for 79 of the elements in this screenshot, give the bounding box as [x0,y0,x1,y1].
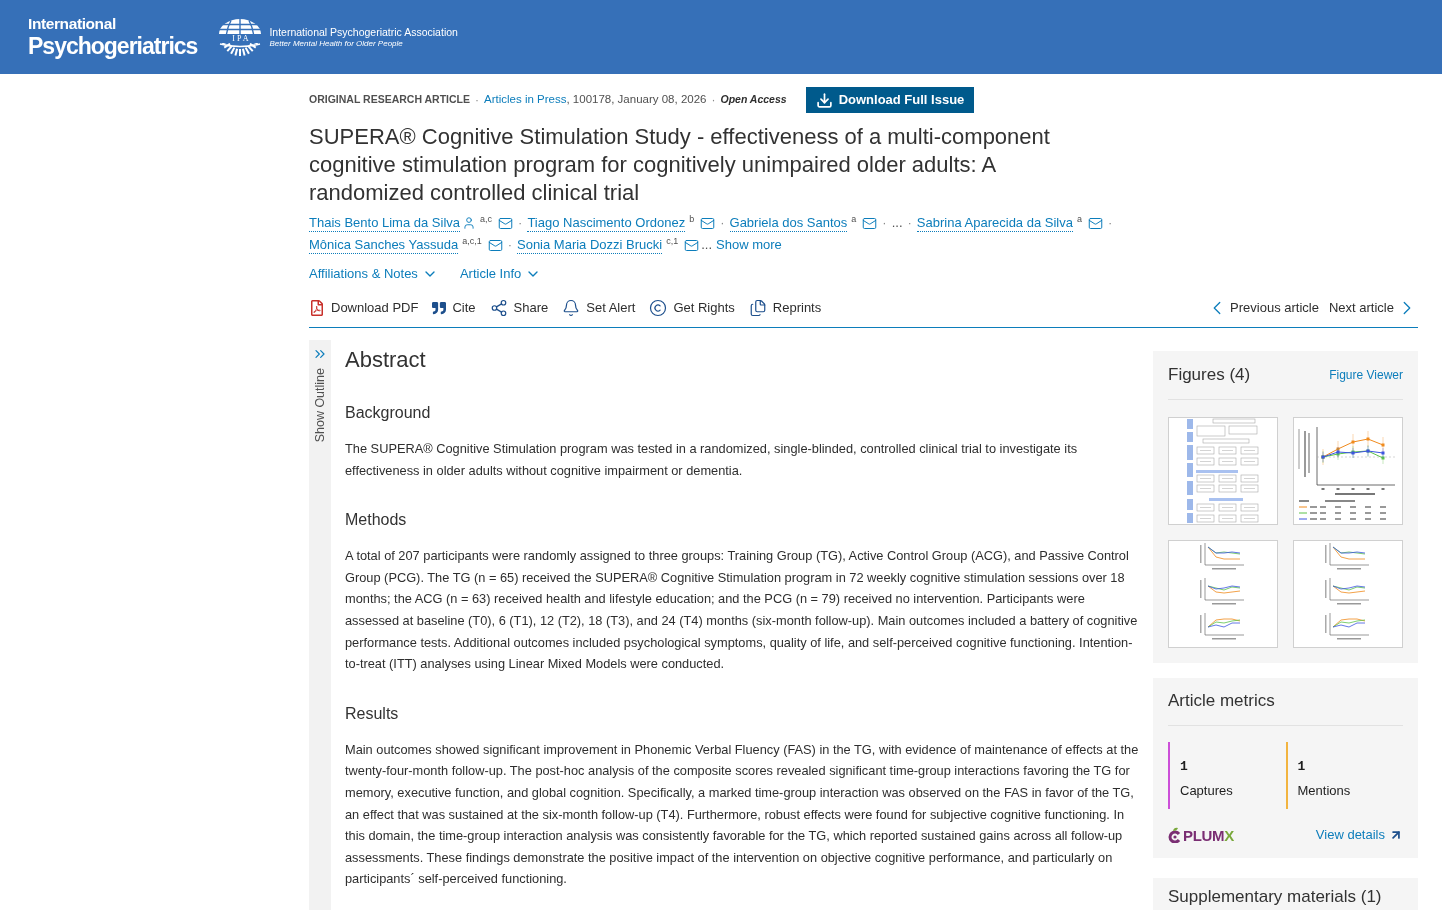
section-paragraph: A total of 207 participants were randomly assigned to three groups: Training Group (TG), Active Control Group (ACG), and Passive Control Group (PCG). The TG (n = 65) received the SUPERA® Cognitive Stimulation program in 72 weekly cognitive stimulation sessions over 18 months; the ACG (n = 63) received health and lifestyle education; and the PCG (n = 79) received no intervention. Participants were assessed at baseline (T0), 6 (T1), 12 (T2), 18 (T3), and 24 (T4) months (six-month follow-up). Main outcomes included a battery of cognitive performance tests. Additional outcomes included psychological symptoms, quality of life, and self-perceived cognitive functioning. Intention-to-treat (ITT) analyses using Linear Mixed Models were conducted. [345,547,1139,674]
affiliation-marks: a,c,1 [462,236,482,246]
figure-thumbnail[interactable] [1168,417,1278,525]
more-authors-ellipsis: ... [701,236,713,254]
toolbar-action[interactable]: Reprints [748,297,822,318]
panel-title: Figures (4) [1168,364,1251,386]
toolbar-action[interactable]: Set Alert [562,297,636,318]
author-link[interactable]: Tiago Nascimento Ordonez [527,214,686,232]
show-outline-button[interactable]: Show Outline [309,340,331,910]
plum-emblem-icon [1168,827,1182,843]
article-title: SUPERA® Cognitive Stimulation Study - effectiveness of a multi-component cognitive stimulation program for cognitively unimpaired older adults: A randomized controlled clinical trial [309,123,1051,207]
publication-info: , 100178, January 08, 2026 [566,92,707,108]
toolbar-action[interactable]: Cite [432,297,476,318]
mail-icon[interactable] [1088,215,1103,231]
view-details-link[interactable]: View details [1315,825,1403,845]
previous-article-link[interactable]: Previous article [1206,296,1319,319]
download-icon [815,91,833,109]
affiliation-marks: c,1 [666,236,679,246]
section-paragraph: The SUPERA® Cognitive Stimulation program was tested in a randomized, single-blinded, controlled clinical trial to investigate its effectiveness in older adults without cognitive impairment or dementia. [345,440,1079,480]
separator: · [720,214,725,232]
external-arrow-icon [1389,828,1403,842]
quote-icon [432,300,447,315]
section-heading: Methods [345,510,408,531]
pdf-file-icon [309,299,325,316]
affiliation-marks: a,c [480,214,493,224]
separator: · [882,214,887,232]
affiliation-marks: a [1076,214,1082,224]
separator: · [518,214,523,232]
open-access-label: Open Access [720,92,787,108]
toolbar-action[interactable]: Get Rights [649,297,735,318]
mail-icon[interactable] [700,215,716,231]
author-link[interactable]: Sabrina Aparecida da Silva [916,214,1073,232]
panel-title: Supplementary materials (1) [1168,886,1383,908]
share-icon [489,298,508,317]
association-name: International Psychogeriatric Association [269,25,458,39]
figure-viewer-link[interactable]: Figure Viewer [1329,366,1403,384]
metric-label: Captures [1180,782,1233,800]
bell-icon [562,298,581,317]
association-tagline: Better Mental Health for Older People [269,38,404,49]
documents-icon [748,298,767,317]
next-article-link[interactable]: Next article [1328,296,1418,319]
figure-thumbnail[interactable] [1168,540,1278,648]
author-link[interactable]: Mônica Sanches Yassuda [309,236,459,254]
toolbar-action[interactable]: Share [489,297,549,318]
abstract-heading: Abstract [345,346,427,374]
article-type-label: ORIGINAL RESEARCH ARTICLE [309,92,470,108]
download-full-issue-button[interactable]: Download Full Issue [805,87,975,113]
show-more-link[interactable]: Show more [716,234,782,256]
plumx-logo-text: PLUMX [1183,827,1234,843]
separator: · [1108,214,1113,232]
metric-value: 1 [1180,758,1189,776]
mail-icon[interactable] [487,237,503,253]
separator: · [507,236,512,254]
section-heading: Background [345,403,432,423]
info-toggle[interactable]: Article Info [459,264,542,284]
affiliation-marks: b [689,214,695,224]
section-paragraph: Main outcomes showed significant improvement in Phonemic Verbal Fluency (FAS) in the TG, with evidence of maintenance of effects at the twenty-four-month follow-up. The post-hoc analysis of the composite scores revealed significant time-group interactions favoring the TG for memory, executive function, and global cognition. Specifically, a marked time-group interaction was observed on the FAS in favor of the TG, an effect that was sustained at the six-month follow-up (T4). Furthermore, robust effects were found for subjective cognitive functioning. In this domain, the time-group interaction analysis was consistently favorable for the TG, which reported sustained gains across all follow-up assessments. These findings demonstrate the positive impact of the intervention on objective cognitive performance, and particularly on participants´ self-perceived functioning. [345,740,1140,889]
separator: · [711,92,716,109]
mail-icon[interactable] [862,215,878,231]
journal-logo[interactable]: International Psychogeriatrics [28,16,198,58]
hidden-authors-ellipsis: ... [891,214,903,232]
section-heading: Results [345,703,400,724]
metric-label: Mentions [1297,782,1351,800]
affiliation-marks: a [851,214,857,224]
info-toggle[interactable]: Affiliations & Notes [309,264,438,284]
panel-title: Article metrics [1168,690,1276,712]
copyright-icon [649,298,668,317]
separator: · [475,92,479,109]
author-link[interactable]: Thais Bento Lima da Silva [309,214,461,232]
author-link[interactable]: Sonia Maria Dozzi Brucki [517,236,663,254]
toolbar-action[interactable]: Download PDF [309,297,419,318]
figure-thumbnail[interactable] [1293,540,1403,648]
author-link[interactable]: Gabriela dos Santos [729,214,848,232]
mail-icon[interactable] [684,237,700,253]
mail-icon[interactable] [498,215,514,231]
globe-icon [217,19,264,34]
separator: · [907,214,912,232]
metric-value: 1 [1297,758,1307,776]
emblem-text: IPA [231,34,251,43]
